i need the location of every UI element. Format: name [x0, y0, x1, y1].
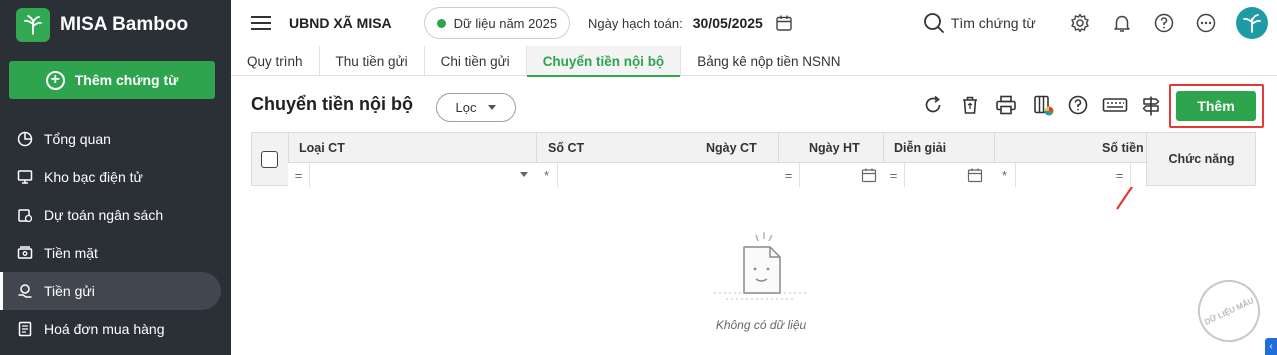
posting-date-label: Ngày hạch toán: [588, 15, 683, 31]
empty-state-text: Không có dữ liệu [715, 318, 807, 332]
bamboo-logo-icon [16, 8, 50, 42]
main-content: Chuyển tiền nội bộ Lọc Thêm Loại CT Số C… [231, 77, 1277, 355]
search-voucher[interactable]: Tìm chứng từ [923, 12, 1036, 34]
column-settings-icon[interactable] [1033, 95, 1055, 117]
search-icon [923, 13, 944, 33]
brand-name: MISA Bamboo [60, 14, 189, 35]
sidebar-item-overview[interactable]: Tổng quan [0, 120, 231, 158]
refresh-icon[interactable] [923, 95, 943, 115]
help-icon[interactable] [1068, 95, 1088, 115]
printer-icon[interactable] [995, 95, 1017, 115]
add-voucher-button[interactable]: + Thêm chứng từ [9, 61, 215, 99]
filter-description-input[interactable] [1020, 165, 1100, 185]
bell-icon[interactable] [1112, 13, 1132, 33]
select-all-checkbox[interactable] [261, 151, 278, 168]
tab-process[interactable]: Quy trình [231, 46, 320, 76]
filter-voucher-type-input[interactable] [314, 165, 504, 185]
col-header-amount[interactable]: Số tiền [1102, 133, 1144, 162]
filter-operator[interactable]: * [994, 163, 1016, 187]
filter-button[interactable]: Lọc [436, 93, 516, 122]
sidebar-item-label: Kho bạc điện tử [44, 169, 143, 185]
top-header: UBND XÃ MISA Dữ liệu năm 2025 Ngày hạch … [231, 0, 1277, 46]
filter-operator[interactable]: = [883, 163, 905, 187]
filter-operator[interactable]: = [1109, 163, 1131, 187]
filter-posting-date-input[interactable] [908, 165, 963, 185]
col-header-voucher-type[interactable]: Loại CT [299, 133, 345, 162]
caret-down-icon [488, 105, 497, 110]
sidebar-item-purchase-invoice[interactable]: Hoá đơn mua hàng [0, 310, 231, 348]
add-button[interactable]: Thêm [1176, 91, 1256, 121]
collapse-panel-button[interactable]: ‹ [1265, 338, 1277, 355]
calendar-icon[interactable] [775, 14, 793, 32]
help-icon[interactable] [1154, 13, 1174, 33]
search-label: Tìm chứng từ [950, 15, 1036, 31]
monitor-icon [16, 168, 34, 186]
sidebar-item-deposit[interactable]: Tiền gửi [0, 272, 221, 310]
organization-name: UBND XÃ MISA [289, 15, 392, 31]
tab-deposit-payment[interactable]: Chi tiền gửi [425, 46, 527, 76]
filter-voucher-no-input[interactable] [562, 165, 772, 185]
sidebar-item-label: Dự toán ngân sách [44, 207, 164, 223]
col-header-functions: Chức năng [1168, 152, 1235, 166]
keyboard-icon[interactable] [1102, 95, 1128, 115]
dropdown-caret-icon[interactable] [520, 172, 528, 177]
filter-operator[interactable]: = [288, 163, 310, 187]
col-header-voucher-no[interactable]: Số CT [548, 133, 584, 162]
deposit-icon [16, 282, 34, 300]
tab-internal-transfer[interactable]: Chuyển tiền nội bộ [526, 46, 682, 77]
invoice-icon [16, 320, 34, 338]
brand: MISA Bamboo [0, 0, 231, 50]
calendar-icon[interactable] [967, 167, 983, 188]
signpost-icon[interactable] [1141, 95, 1161, 117]
col-header-description[interactable]: Diễn giải [894, 133, 946, 162]
voucher-grid: Loại CT Số CT Ngày CT Ngày HT Diễn giải … [251, 132, 1256, 187]
data-year-label: Dữ liệu năm 2025 [453, 15, 558, 31]
sample-data-text: DỮ LIỆU MẪU [1202, 295, 1256, 327]
sidebar-item-label: Tiền gửi [44, 283, 95, 299]
filter-operator[interactable]: * [536, 163, 558, 187]
sidebar: MISA Bamboo + Thêm chứng từ Tổng quan Kh… [0, 0, 231, 355]
filter-operator[interactable]: = [778, 163, 800, 187]
posting-date-value[interactable]: 30/05/2025 [693, 15, 763, 31]
user-avatar[interactable] [1235, 7, 1268, 39]
gear-icon[interactable] [1070, 13, 1090, 33]
add-voucher-label: Thêm chứng từ [74, 72, 179, 88]
empty-state: Không có dữ liệu [681, 227, 841, 332]
tab-state-budget-list[interactable]: Bảng kê nộp tiền NSNN [681, 46, 856, 76]
pie-chart-icon [16, 130, 34, 148]
cash-icon [16, 244, 34, 262]
sidebar-item-budget[interactable]: Dự toán ngân sách [0, 196, 231, 234]
budget-icon [16, 206, 34, 224]
hamburger-menu-icon[interactable] [251, 12, 271, 34]
recycle-bin-icon[interactable] [960, 95, 980, 115]
module-tabs: Quy trình Thu tiền gửi Chi tiền gửi Chuy… [231, 46, 1277, 77]
col-header-voucher-date[interactable]: Ngày CT [706, 133, 757, 162]
empty-document-icon [714, 232, 808, 300]
col-header-posting-date[interactable]: Ngày HT [809, 133, 860, 162]
filter-row: = * = = * = [288, 162, 1146, 187]
sidebar-nav: Tổng quan Kho bạc điện tử Dự toán ngân s… [0, 120, 231, 348]
status-dot-icon [436, 18, 446, 28]
filter-amount-input[interactable] [1134, 165, 1144, 185]
sidebar-item-label: Hoá đơn mua hàng [44, 321, 165, 337]
tab-deposit-receipt[interactable]: Thu tiền gửi [320, 46, 425, 76]
more-options-icon[interactable] [1196, 13, 1216, 33]
filter-label: Lọc [455, 100, 477, 115]
sidebar-item-cash[interactable]: Tiền mặt [0, 234, 231, 272]
plus-circle-icon: + [45, 70, 65, 90]
sidebar-item-treasury[interactable]: Kho bạc điện tử [0, 158, 231, 196]
sidebar-item-label: Tiền mặt [44, 245, 98, 261]
sidebar-item-label: Tổng quan [44, 131, 111, 147]
calendar-icon[interactable] [861, 167, 877, 188]
filter-voucher-date-input[interactable] [803, 165, 853, 185]
page-title: Chuyển tiền nội bộ [251, 94, 413, 114]
data-year-selector[interactable]: Dữ liệu năm 2025 [423, 7, 571, 39]
